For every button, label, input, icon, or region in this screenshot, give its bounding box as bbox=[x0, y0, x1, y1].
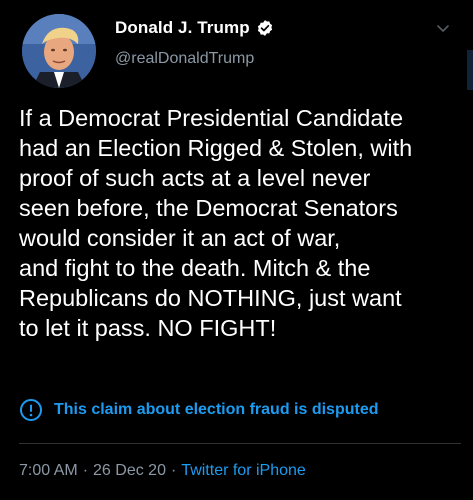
author-name-row[interactable]: Donald J. Trump bbox=[115, 18, 274, 38]
meta-separator: · bbox=[170, 462, 177, 479]
tweet-time[interactable]: 7:00 AM bbox=[19, 462, 78, 480]
disputed-claim-text[interactable]: This claim about election fraud is dispu… bbox=[54, 401, 379, 419]
avatar[interactable] bbox=[22, 14, 96, 88]
tweet-text: If a Democrat Presidential Candidate had… bbox=[19, 105, 413, 341]
tweet-source-link[interactable]: Twitter for iPhone bbox=[181, 462, 306, 480]
chevron-down-icon[interactable] bbox=[435, 20, 451, 36]
divider bbox=[19, 443, 461, 444]
tweet-meta: 7:00 AM · 26 Dec 20 · Twitter for iPhone bbox=[19, 462, 306, 480]
avatar-image bbox=[22, 14, 96, 88]
author-display-name[interactable]: Donald J. Trump bbox=[115, 18, 250, 38]
tweet-date[interactable]: 26 Dec 20 bbox=[93, 462, 166, 480]
meta-separator: · bbox=[82, 462, 89, 479]
exclamation-circle-icon bbox=[19, 398, 43, 422]
scrollbar[interactable] bbox=[467, 50, 473, 90]
author-handle[interactable]: @realDonaldTrump bbox=[115, 50, 254, 68]
disputed-claim-notice[interactable]: This claim about election fraud is dispu… bbox=[19, 398, 379, 422]
verified-badge-icon bbox=[256, 19, 274, 37]
